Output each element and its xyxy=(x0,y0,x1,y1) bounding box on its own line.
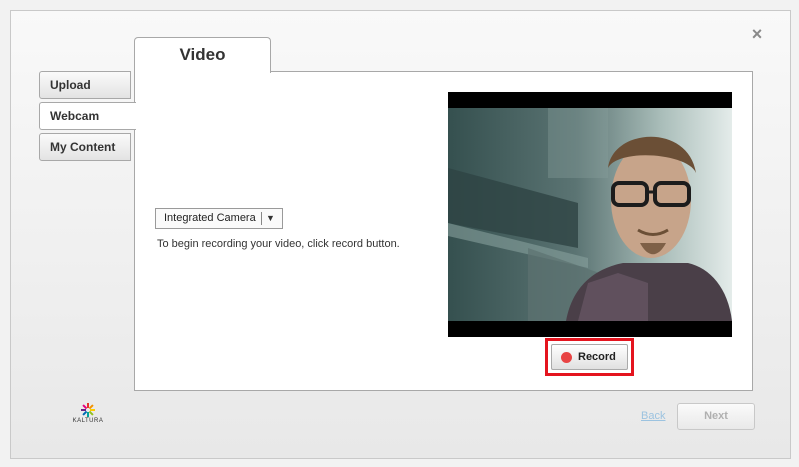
camera-select-value: Integrated Camera xyxy=(164,212,256,224)
record-button-label: Record xyxy=(578,351,616,363)
kaltura-logo: KALTURA xyxy=(68,402,108,430)
record-button-highlight: Record xyxy=(545,338,634,376)
webcam-feed-illustration xyxy=(448,108,732,321)
logo-text: KALTURA xyxy=(72,418,104,424)
tab-video[interactable]: Video xyxy=(134,37,271,73)
select-divider xyxy=(261,212,262,225)
sidebar-item-webcam[interactable]: Webcam xyxy=(39,102,136,130)
sidebar-item-label: My Content xyxy=(50,140,116,154)
sidebar-item-my-content[interactable]: My Content xyxy=(39,133,131,161)
back-link[interactable]: Back xyxy=(641,410,665,422)
kaltura-logo-icon xyxy=(81,403,95,417)
record-icon xyxy=(561,352,572,363)
chevron-down-icon: ▼ xyxy=(266,213,275,223)
webcam-feed-image xyxy=(448,108,732,321)
sidebar-item-upload[interactable]: Upload xyxy=(39,71,131,99)
camera-select[interactable]: Integrated Camera ▼ xyxy=(155,208,283,229)
sidebar-item-label: Upload xyxy=(50,78,91,92)
sidebar-item-label: Webcam xyxy=(50,109,100,123)
webcam-preview xyxy=(448,92,732,337)
close-icon[interactable]: × xyxy=(749,25,765,43)
record-instruction: To begin recording your video, click rec… xyxy=(157,238,400,250)
record-button[interactable]: Record xyxy=(551,344,628,370)
next-button[interactable]: Next xyxy=(677,403,755,430)
